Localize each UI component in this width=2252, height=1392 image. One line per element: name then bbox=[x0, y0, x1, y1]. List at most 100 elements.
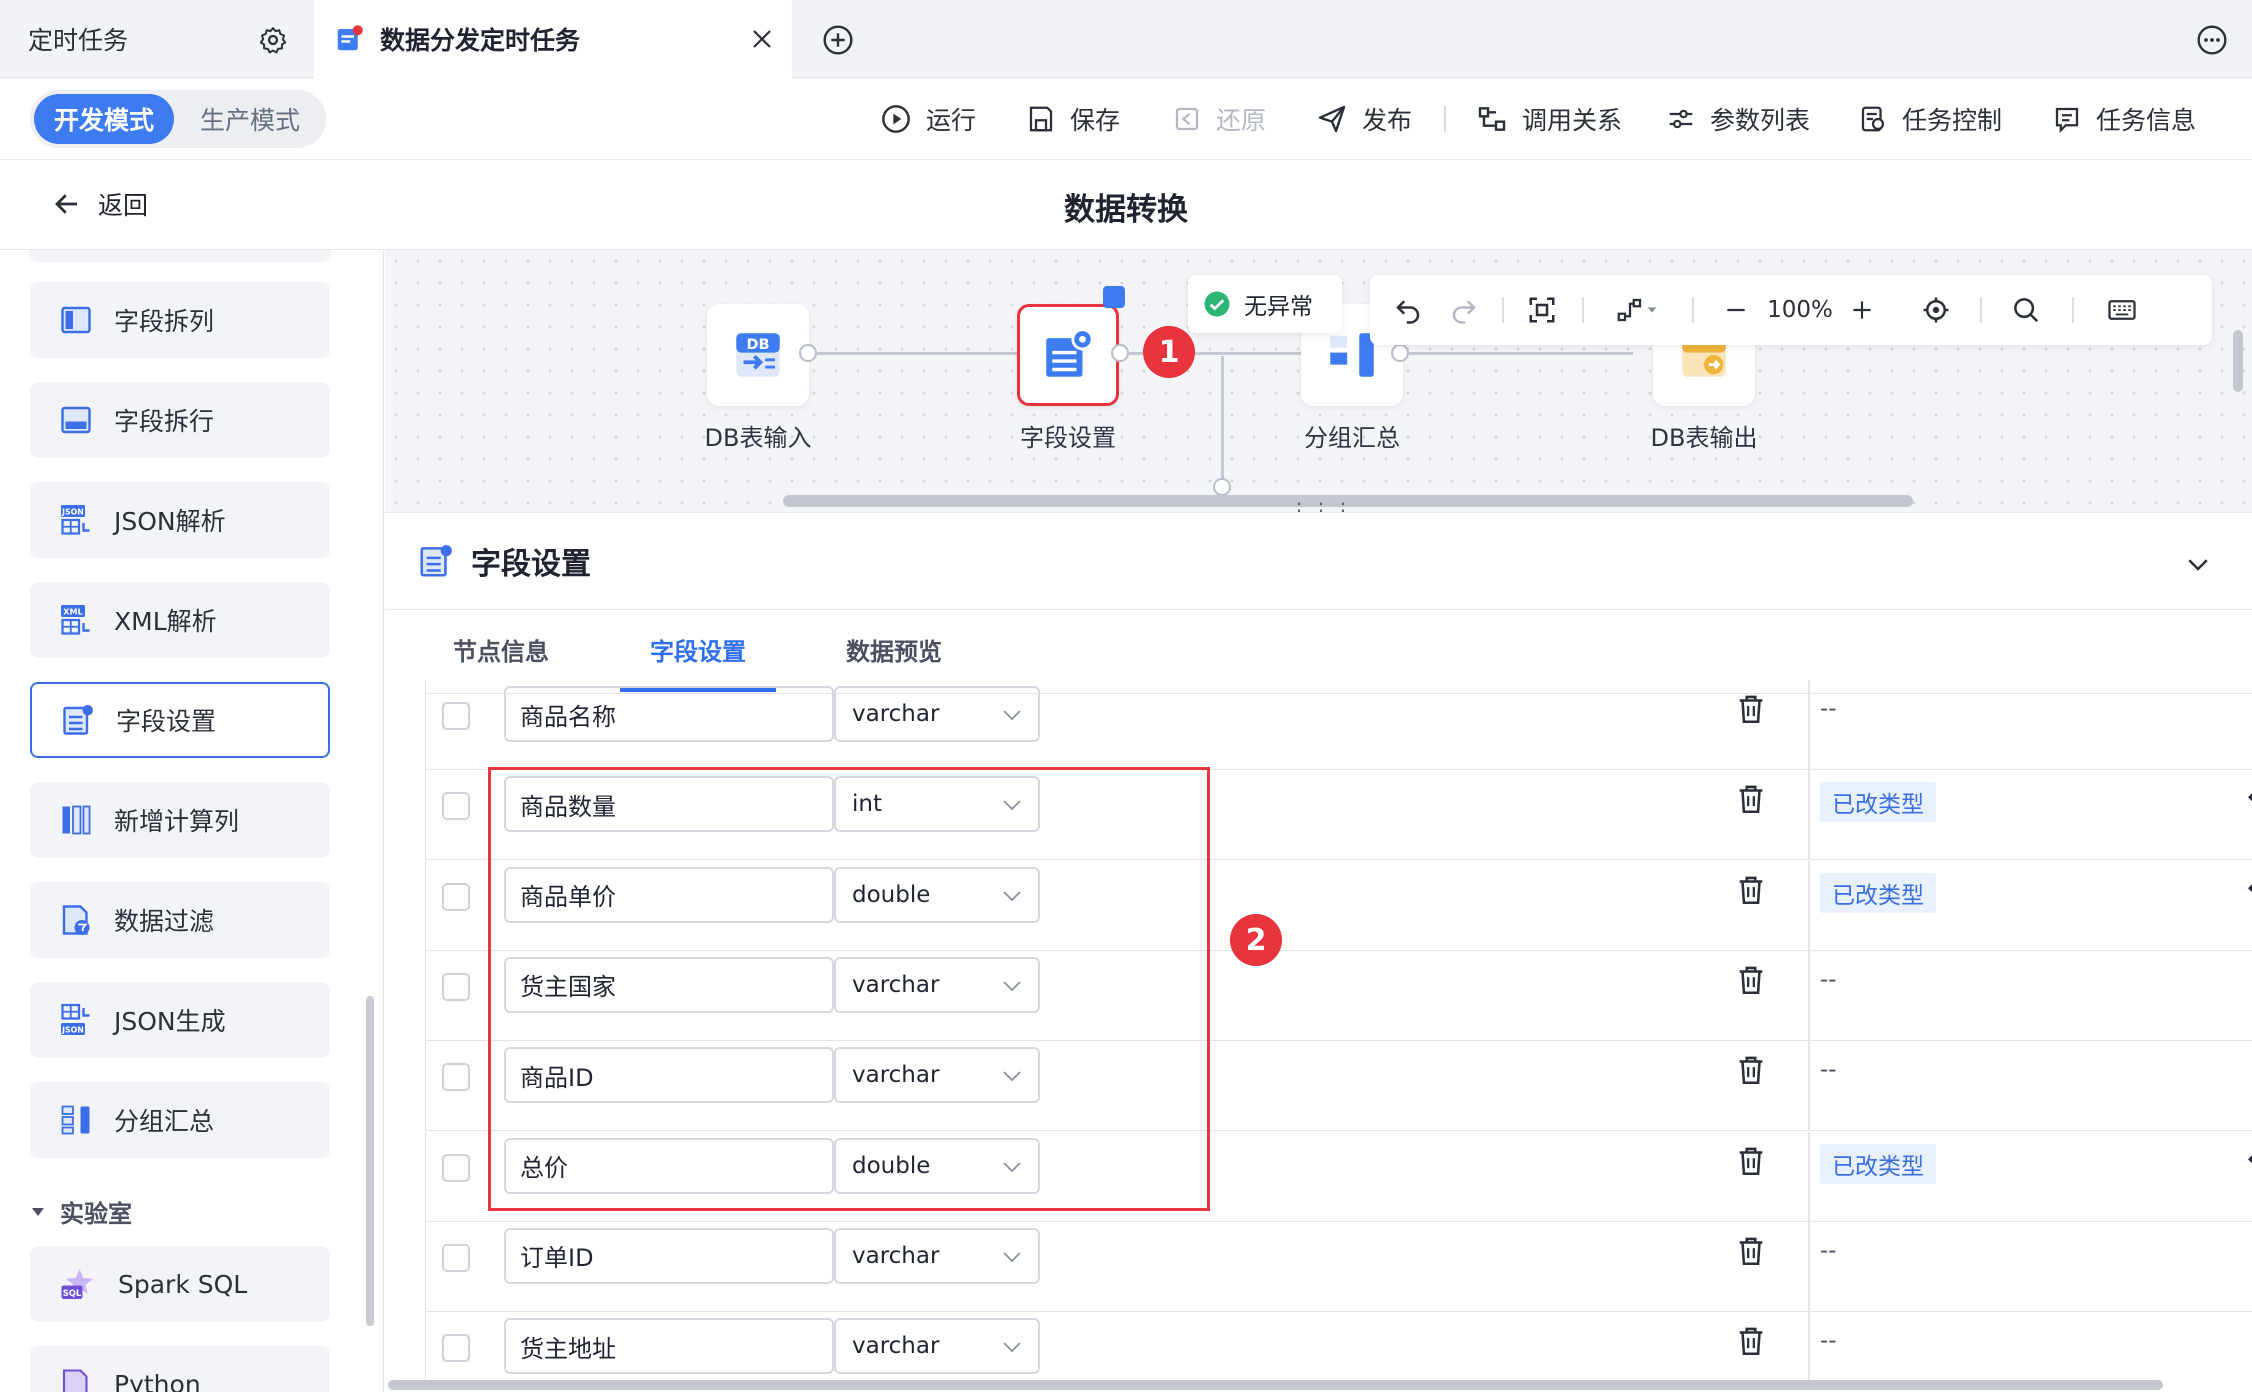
trash-icon[interactable] bbox=[1734, 692, 1768, 726]
field-name-input[interactable]: 商品名称 bbox=[504, 686, 834, 742]
sidebar-item-split-columns[interactable]: 字段拆列 bbox=[30, 282, 330, 358]
trash-icon[interactable] bbox=[1734, 1144, 1768, 1178]
branch-port[interactable] bbox=[1213, 478, 1231, 496]
restore-button[interactable]: 还原 bbox=[1172, 96, 1266, 142]
node-db-input-out-port[interactable] bbox=[799, 344, 817, 362]
trash-icon[interactable] bbox=[1734, 873, 1768, 907]
publish-button[interactable]: 发布 bbox=[1316, 96, 1412, 142]
back-button[interactable]: 返回 bbox=[52, 186, 148, 222]
flow-canvas[interactable]: DB DB表输入 字段设置 1 分组汇总 DB表输出 无异常 100% ⋮⋮⋮ bbox=[385, 250, 2252, 512]
revert-icon[interactable] bbox=[2246, 877, 2252, 907]
redo-button[interactable] bbox=[1442, 275, 1486, 345]
canvas-vertical-scrollbar[interactable] bbox=[2233, 330, 2243, 392]
tab-data-preview[interactable]: 数据预览 bbox=[846, 632, 942, 667]
annotation-marker-2: 2 bbox=[1230, 914, 1282, 966]
sidebar-item-xml-parse[interactable]: XML XML解析 bbox=[30, 582, 330, 658]
sidebar-item-spark-sql[interactable]: SQL Spark SQL bbox=[30, 1246, 330, 1322]
tool-divider bbox=[2072, 297, 2074, 323]
edge-db-input-to-field-settings bbox=[809, 352, 1027, 355]
locate-button[interactable] bbox=[1914, 275, 1958, 345]
sidebar-item-add-calc-column[interactable]: 新增计算列 bbox=[30, 782, 330, 858]
undo-button[interactable] bbox=[1386, 275, 1430, 345]
task-info-button[interactable]: 任务信息 bbox=[2052, 96, 2196, 142]
prod-mode-button[interactable]: 生产模式 bbox=[180, 94, 320, 144]
field-type-select[interactable]: varchar bbox=[834, 1227, 1040, 1284]
title-row: 数据转换 返回 bbox=[0, 160, 2252, 250]
trash-icon[interactable] bbox=[1734, 1234, 1768, 1268]
restore-icon bbox=[1175, 107, 1199, 131]
zoom-in-button[interactable] bbox=[1842, 275, 1882, 345]
tab-node-info[interactable]: 节点信息 bbox=[453, 632, 549, 667]
row-checkbox[interactable] bbox=[442, 882, 470, 911]
sidebar-scrollbar[interactable] bbox=[366, 996, 374, 1326]
panel-title: 字段设置 bbox=[417, 539, 591, 583]
gear-icon[interactable] bbox=[258, 25, 288, 55]
field-type-value: varchar bbox=[852, 701, 940, 727]
status-indicator: 无异常 bbox=[1188, 275, 1342, 333]
call-relation-button[interactable]: 调用关系 bbox=[1476, 96, 1622, 142]
layout-dropdown[interactable] bbox=[1602, 275, 1672, 345]
tab-bar: 定时任务 数据分发定时任务 bbox=[0, 0, 2252, 78]
task-control-button[interactable]: 任务控制 bbox=[1858, 96, 2002, 142]
highlight-box bbox=[488, 767, 1210, 1211]
sidebar-item-json-parse[interactable]: JSON JSON解析 bbox=[30, 482, 330, 558]
dev-mode-button[interactable]: 开发模式 bbox=[34, 94, 174, 144]
tab-field-settings[interactable]: 字段设置 bbox=[650, 632, 746, 667]
trash-icon[interactable] bbox=[1734, 1324, 1768, 1358]
panel-horizontal-scrollbar[interactable] bbox=[388, 1380, 2163, 1390]
row-checkbox[interactable] bbox=[442, 972, 470, 1001]
revert-icon[interactable] bbox=[2246, 1148, 2252, 1178]
keyboard-button[interactable] bbox=[2100, 275, 2144, 345]
node-field-settings[interactable] bbox=[1017, 304, 1119, 406]
node-db-input[interactable]: DB bbox=[707, 304, 809, 406]
panel-header: 字段设置 bbox=[385, 512, 2252, 610]
column-divider bbox=[1808, 680, 1810, 770]
trash-icon[interactable] bbox=[1734, 963, 1768, 997]
sidebar-item-python[interactable]: Python bbox=[30, 1346, 330, 1392]
field-name-input[interactable]: 订单ID bbox=[504, 1227, 834, 1284]
lab-group-header[interactable]: 实验室 bbox=[30, 1194, 132, 1229]
node-group-summary-out-port[interactable] bbox=[1391, 344, 1409, 362]
sidebar-item-split-rows[interactable]: 字段拆行 bbox=[30, 382, 330, 458]
sidebar-item-json-generate[interactable]: JSON JSON生成 bbox=[30, 982, 330, 1058]
save-button[interactable]: 保存 bbox=[1026, 96, 1120, 142]
sidebar-item-label: 新增计算列 bbox=[114, 807, 240, 836]
run-button[interactable]: 运行 bbox=[880, 96, 976, 142]
minus-icon bbox=[1727, 308, 1745, 312]
row-checkbox[interactable] bbox=[442, 792, 470, 821]
resize-handle-icon[interactable]: ⋮⋮⋮ bbox=[1289, 498, 1355, 512]
node-field-settings-out-port[interactable] bbox=[1111, 344, 1129, 362]
caret-down-icon bbox=[32, 1207, 44, 1216]
copy-node-icon[interactable] bbox=[1103, 286, 1125, 308]
row-checkbox[interactable] bbox=[442, 702, 470, 730]
trash-icon[interactable] bbox=[1734, 782, 1768, 816]
relation-icon bbox=[1478, 107, 1506, 131]
sidebar-item-group-summary[interactable]: 分组汇总 bbox=[30, 1082, 330, 1158]
sidebar-item-field-settings[interactable]: 字段设置 bbox=[30, 682, 330, 758]
toolbar-divider bbox=[1444, 106, 1446, 132]
collapse-chevron-icon[interactable] bbox=[2183, 549, 2213, 579]
tab-scheduled-tasks[interactable]: 定时任务 bbox=[0, 0, 314, 78]
row-checkbox[interactable] bbox=[442, 1153, 470, 1182]
tab-data-distribution[interactable]: 数据分发定时任务 bbox=[314, 0, 792, 78]
zoom-out-button[interactable] bbox=[1716, 275, 1756, 345]
param-list-button[interactable]: 参数列表 bbox=[1666, 96, 1810, 142]
sidebar-item-label: XML解析 bbox=[114, 607, 217, 636]
row-checkbox[interactable] bbox=[442, 1334, 470, 1363]
caret-down-icon bbox=[1647, 307, 1657, 313]
field-type-select[interactable]: varchar bbox=[834, 686, 1040, 742]
sidebar-item-data-filter[interactable]: 数据过滤 bbox=[30, 882, 330, 958]
field-type-select[interactable]: varchar bbox=[834, 1318, 1040, 1375]
close-icon[interactable] bbox=[750, 27, 774, 51]
trash-icon[interactable] bbox=[1734, 1053, 1768, 1087]
edge-branch-down bbox=[1221, 356, 1224, 486]
search-button[interactable] bbox=[2004, 275, 2048, 345]
fit-view-button[interactable] bbox=[1520, 275, 1564, 345]
more-icon[interactable] bbox=[2196, 24, 2228, 56]
row-checkbox[interactable] bbox=[442, 1243, 470, 1272]
field-name-input[interactable]: 货主地址 bbox=[504, 1318, 834, 1375]
row-checkbox[interactable] bbox=[442, 1063, 470, 1092]
revert-icon[interactable] bbox=[2246, 786, 2252, 816]
sidebar-item-partial[interactable] bbox=[30, 250, 330, 262]
add-tab-icon[interactable] bbox=[822, 24, 854, 56]
